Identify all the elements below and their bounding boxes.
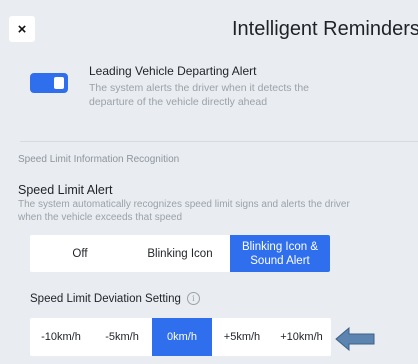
- section-label: Speed Limit Information Recognition: [18, 154, 180, 165]
- alert-option-blinking-icon-sound[interactable]: Blinking Icon & Sound Alert: [230, 235, 330, 272]
- deviation-option-minus10[interactable]: -10km/h: [30, 318, 92, 356]
- deviation-option-plus10[interactable]: +10km/h: [272, 318, 331, 356]
- close-icon: ×: [17, 20, 27, 38]
- deviation-option-0[interactable]: 0km/h: [152, 318, 212, 356]
- leading-vehicle-toggle[interactable]: [30, 73, 68, 93]
- deviation-selector: -10km/h -5km/h 0km/h +5km/h +10km/h: [30, 318, 331, 356]
- deviation-option-minus5[interactable]: -5km/h: [92, 318, 152, 356]
- leading-vehicle-title: Leading Vehicle Departing Alert: [89, 64, 257, 78]
- speed-limit-alert-selector: Off Blinking Icon Blinking Icon & Sound …: [30, 235, 330, 272]
- alert-option-blinking-icon[interactable]: Blinking Icon: [130, 235, 230, 272]
- deviation-setting-label: Speed Limit Deviation Setting i: [30, 292, 200, 305]
- speed-limit-alert-description: The system automatically recognizes spee…: [18, 199, 350, 223]
- page-title: Intelligent Reminders: [232, 18, 418, 40]
- speed-limit-alert-title: Speed Limit Alert: [18, 183, 113, 197]
- info-icon[interactable]: i: [186, 292, 200, 305]
- deviation-setting-text: Speed Limit Deviation Setting: [30, 292, 181, 305]
- deviation-option-plus5[interactable]: +5km/h: [212, 318, 272, 356]
- leading-vehicle-description: The system alerts the driver when it det…: [89, 82, 310, 108]
- toggle-knob: [54, 77, 64, 89]
- close-button[interactable]: ×: [9, 16, 35, 42]
- alert-option-off[interactable]: Off: [30, 235, 130, 272]
- section-divider: [20, 141, 418, 142]
- left-arrow-icon: [335, 327, 375, 351]
